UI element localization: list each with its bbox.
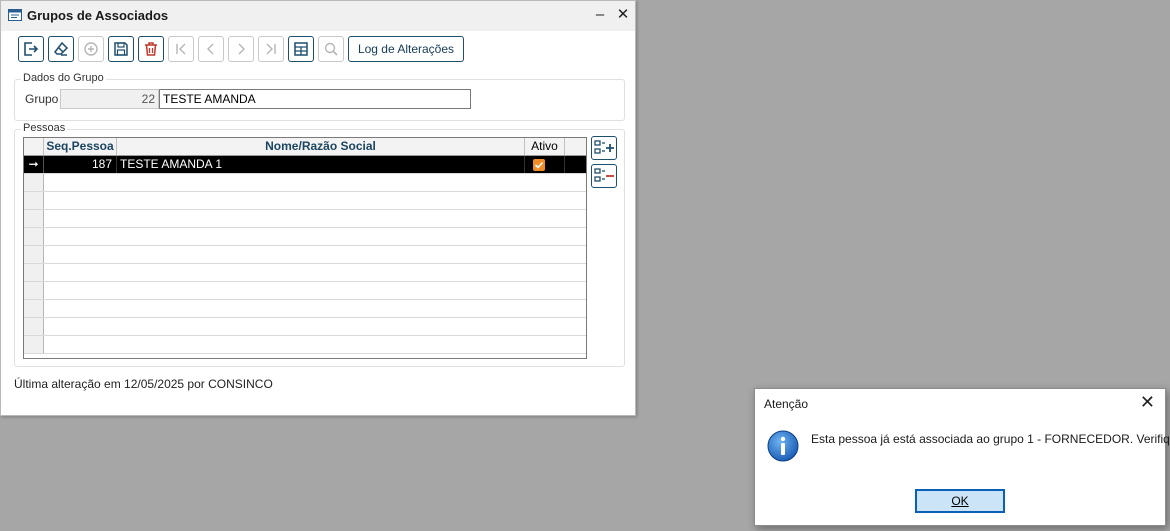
next-record-button[interactable]	[228, 36, 254, 62]
cell-nome[interactable]: TESTE AMANDA 1	[117, 156, 525, 173]
add-pessoa-button[interactable]	[591, 136, 617, 160]
grupo-label: Grupo	[25, 92, 59, 106]
app-window-icon	[8, 9, 22, 21]
exit-icon	[24, 42, 39, 56]
title-bar[interactable]: Grupos de Associados – ✕	[1, 1, 635, 31]
row-indicator	[24, 318, 44, 335]
cell-seq[interactable]: 187	[44, 156, 117, 173]
first-icon	[176, 43, 186, 55]
checkmark-icon	[534, 161, 544, 169]
floppy-disk-icon	[114, 42, 128, 56]
log-alteracoes-button[interactable]: Log de Alterações	[348, 36, 464, 62]
header-indicator	[24, 138, 44, 155]
clear-button[interactable]	[48, 36, 74, 62]
dados-grupo-legend: Dados do Grupo	[21, 72, 106, 84]
dialog-message: Esta pessoa já está associada ao grupo 1…	[811, 432, 1170, 446]
first-record-button[interactable]	[168, 36, 194, 62]
delete-button[interactable]	[138, 36, 164, 62]
pessoas-legend: Pessoas	[21, 122, 68, 134]
remove-pessoa-button[interactable]	[591, 164, 617, 188]
grupo-code-field[interactable]: 22	[60, 89, 159, 109]
add-button[interactable]	[78, 36, 104, 62]
column-ativo[interactable]: Ativo	[525, 138, 565, 155]
plus-circle-icon	[84, 42, 98, 56]
dialog-title: Atenção	[764, 397, 809, 411]
table-row-empty	[24, 282, 586, 300]
table-icon	[294, 42, 308, 56]
table-row-empty	[24, 264, 586, 282]
main-window: Grupos de Associados – ✕ Log de Alteraçõ…	[0, 0, 636, 416]
ok-button-label: OK	[951, 494, 969, 508]
table-row-empty	[24, 174, 586, 192]
row-indicator	[24, 282, 44, 299]
table-row-empty	[24, 300, 586, 318]
table-row-empty	[24, 336, 586, 354]
last-change-status: Última alteração em 12/05/2025 por CONSI…	[14, 377, 273, 391]
chevron-left-icon	[207, 43, 214, 55]
table-row-empty	[24, 228, 586, 246]
row-indicator	[24, 246, 44, 263]
list-add-icon	[594, 140, 614, 154]
search-icon	[324, 42, 338, 56]
table-row-empty	[24, 318, 586, 336]
row-indicator	[24, 192, 44, 209]
current-row-arrow-icon: ➞	[24, 156, 44, 173]
eraser-icon	[54, 41, 69, 56]
attention-dialog: Atenção ✕ Esta pessoa já está associada …	[754, 388, 1170, 526]
previous-record-button[interactable]	[198, 36, 224, 62]
table-row[interactable]: ➞ 187 TESTE AMANDA 1	[24, 156, 586, 174]
row-indicator	[24, 300, 44, 317]
ativo-checkbox[interactable]	[533, 159, 545, 171]
ok-button[interactable]: OK	[915, 489, 1005, 513]
table-row-empty	[24, 246, 586, 264]
row-indicator	[24, 264, 44, 281]
row-indicator	[24, 336, 44, 353]
minimize-button[interactable]: –	[592, 7, 608, 23]
pessoas-grid[interactable]: Seq.Pessoa Nome/Razão Social Ativo ➞ 187…	[23, 137, 587, 359]
grupo-name-field[interactable]: TESTE AMANDA	[159, 89, 471, 109]
row-indicator	[24, 210, 44, 227]
last-record-button[interactable]	[258, 36, 284, 62]
column-seq-pessoa[interactable]: Seq.Pessoa	[44, 138, 117, 155]
table-row-empty	[24, 210, 586, 228]
row-indicator	[24, 174, 44, 191]
close-window-button[interactable]: ✕	[615, 7, 631, 23]
window-title: Grupos de Associados	[27, 8, 169, 23]
list-remove-icon	[594, 168, 614, 182]
search-button[interactable]	[318, 36, 344, 62]
table-row-empty	[24, 192, 586, 210]
cell-ativo[interactable]	[525, 156, 565, 173]
last-icon	[266, 43, 276, 55]
column-nome[interactable]: Nome/Razão Social	[117, 138, 525, 155]
row-indicator	[24, 228, 44, 245]
dialog-close-button[interactable]: ✕	[1140, 393, 1155, 411]
info-icon	[767, 430, 799, 462]
chevron-right-icon	[238, 43, 245, 55]
exit-button[interactable]	[18, 36, 44, 62]
trash-icon	[145, 42, 157, 56]
grid-view-button[interactable]	[288, 36, 314, 62]
save-button[interactable]	[108, 36, 134, 62]
window-content: Log de Alterações Dados do Grupo Grupo 2…	[7, 31, 633, 413]
grid-header: Seq.Pessoa Nome/Razão Social Ativo	[24, 138, 586, 156]
